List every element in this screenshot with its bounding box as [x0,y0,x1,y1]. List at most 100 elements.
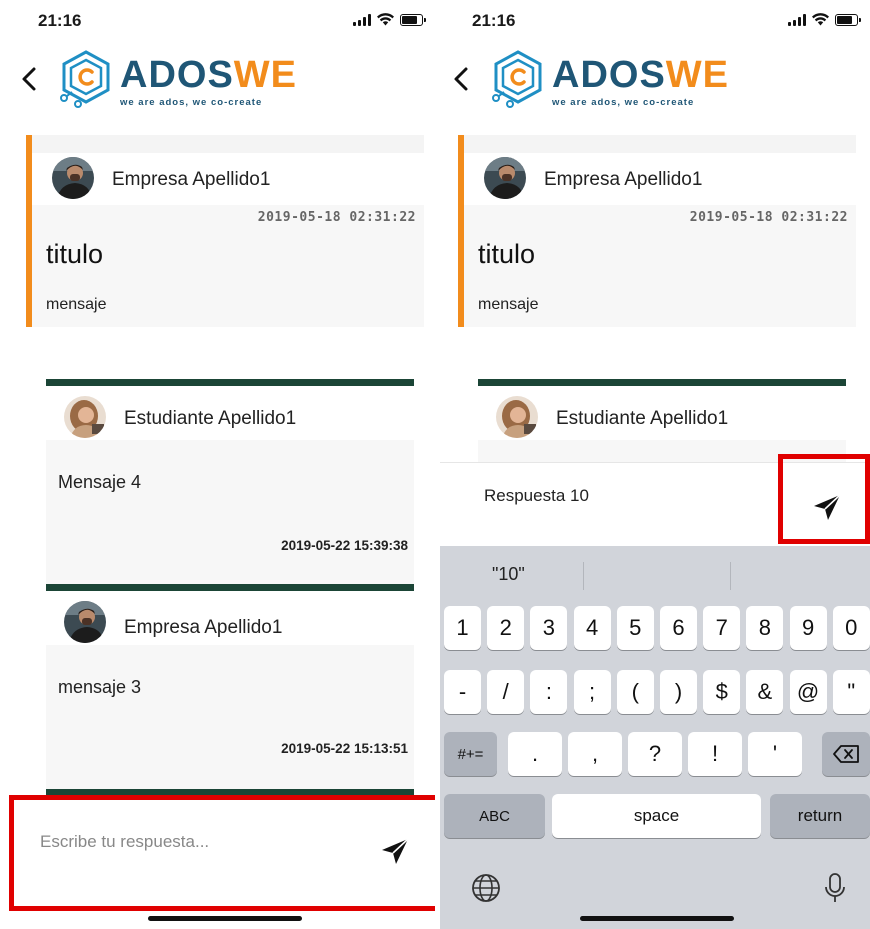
post-author-name: Empresa Apellido1 [112,169,271,190]
status-time: 21:16 [38,11,82,30]
response-bar [0,800,435,929]
post-message: mensaje [478,296,539,313]
avatar [64,601,106,643]
logo-hexagon-icon [60,50,110,108]
status-bar: 21:16 [0,0,435,42]
phone-screen-left: 21:16 ADOSWE we are ados, we co-create E… [0,0,435,929]
avatar [484,157,526,199]
logo-tagline: we are ados, we co-create [552,96,695,108]
phone-screen-right: 21:16 ADOSWE we are ados, we co-create E… [440,0,870,929]
signal-icon [788,13,806,26]
reply-author-row: Empresa Apellido1 [46,591,414,645]
key-punctuation[interactable]: . [508,732,562,776]
battery-icon [400,13,426,26]
key-symbol[interactable]: @ [789,670,827,714]
back-arrow-icon[interactable] [446,62,476,96]
key-symbol[interactable]: $ [703,670,741,714]
key-punctuation[interactable]: ! [688,732,742,776]
logo-hexagon-icon [492,50,542,108]
key-4[interactable]: 5 [616,606,654,650]
key-6[interactable]: 7 [703,606,741,650]
post-message: mensaje [46,296,107,313]
home-indicator [580,916,734,921]
reply-card: Estudiante Apellido1 [478,379,846,464]
app-header: ADOSWE we are ados, we co-create [440,46,870,116]
key-2[interactable]: 3 [530,606,568,650]
status-icons [788,13,861,26]
reply-author-name: Estudiante Apellido1 [556,408,729,429]
key-return[interactable]: return [770,794,870,838]
key-5[interactable]: 6 [660,606,697,650]
post-author-row: Empresa Apellido1 [464,153,856,205]
key-9[interactable]: 0 [832,606,870,650]
adoswe-logo: ADOSWE we are ados, we co-create [58,48,297,108]
response-input[interactable] [484,484,764,508]
post-date: 2019-05-18 02:31:22 [257,210,416,225]
key-0[interactable]: 1 [444,606,481,650]
reply-message: Mensaje 4 [58,472,142,492]
back-arrow-icon[interactable] [14,62,44,96]
key-3[interactable]: 4 [573,606,611,650]
reply-author-name: Empresa Apellido1 [124,617,283,638]
send-icon[interactable] [810,491,844,525]
avatar [496,396,538,438]
key-symbol[interactable]: & [746,670,784,714]
key-punctuation[interactable]: , [568,732,622,776]
key-punctuation[interactable]: ' [748,732,802,776]
ios-keyboard: "10" 1234567890 - /:;() $ & @ " #+= .,?! ' ABC… [440,546,870,929]
app-header: ADOSWE we are ados, we co-create [0,46,435,116]
response-bar [440,462,870,546]
avatar [52,157,94,199]
status-bar: 21:16 [440,0,870,42]
send-icon[interactable] [378,835,412,869]
status-icons [353,13,426,26]
globe-icon[interactable] [470,872,502,904]
adoswe-logo: ADOSWE we are ados, we co-create [490,48,729,108]
reply-author-row: Estudiante Apellido1 [46,386,414,440]
battery-icon [835,13,861,26]
home-indicator [148,916,302,921]
reply-author-name: Estudiante Apellido1 [124,408,297,429]
reply-card: Estudiante Apellido1 Mensaje 4 2019-05-2… [46,379,414,584]
original-post-card: Empresa Apellido1 2019-05-18 02:31:22 ti… [458,135,856,327]
backspace-icon [833,745,859,763]
post-author-name: Empresa Apellido1 [544,169,703,190]
avatar [64,396,106,438]
suggestion-item[interactable]: "10" [492,564,525,585]
original-post-card: Empresa Apellido1 2019-05-18 02:31:22 ti… [26,135,424,327]
key-backspace[interactable] [822,732,870,776]
key-symbol[interactable]: " [832,670,870,714]
key-symbol[interactable]: ) [660,670,697,714]
keyboard-suggestions: "10" [440,546,870,604]
post-date: 2019-05-18 02:31:22 [689,210,848,225]
post-title: titulo [46,239,104,269]
logo-tagline: we are ados, we co-create [120,96,263,108]
status-time: 21:16 [472,11,516,30]
wifi-icon [812,13,829,26]
microphone-icon[interactable] [823,871,847,905]
response-input[interactable] [40,830,340,854]
reply-date: 2019-05-22 15:39:38 [281,538,408,553]
key-punctuation[interactable]: ? [628,732,682,776]
post-title: titulo [478,239,536,269]
key-7[interactable]: 8 [746,606,784,650]
wifi-icon [377,13,394,26]
key-symbol[interactable]: / [487,670,525,714]
reply-card: Empresa Apellido1 mensaje 3 2019-05-22 1… [46,584,414,789]
signal-icon [353,13,371,26]
key-1[interactable]: 2 [487,606,525,650]
key-8[interactable]: 9 [789,606,827,650]
key-space[interactable]: space [552,794,761,838]
key-symbol[interactable]: : [530,670,568,714]
key-abc[interactable]: ABC [444,794,545,838]
key-symbol[interactable]: - [444,670,481,714]
reply-date: 2019-05-22 15:13:51 [281,741,408,756]
key-symbol[interactable]: ( [616,670,654,714]
reply-message: mensaje 3 [58,677,142,697]
reply-author-row: Estudiante Apellido1 [478,386,846,440]
logo-wordmark: ADOSWE [120,53,298,96]
post-author-row: Empresa Apellido1 [32,153,424,205]
key-symbol[interactable]: ; [573,670,611,714]
logo-wordmark: ADOSWE [552,53,730,96]
key-more-symbols[interactable]: #+= [444,732,497,776]
